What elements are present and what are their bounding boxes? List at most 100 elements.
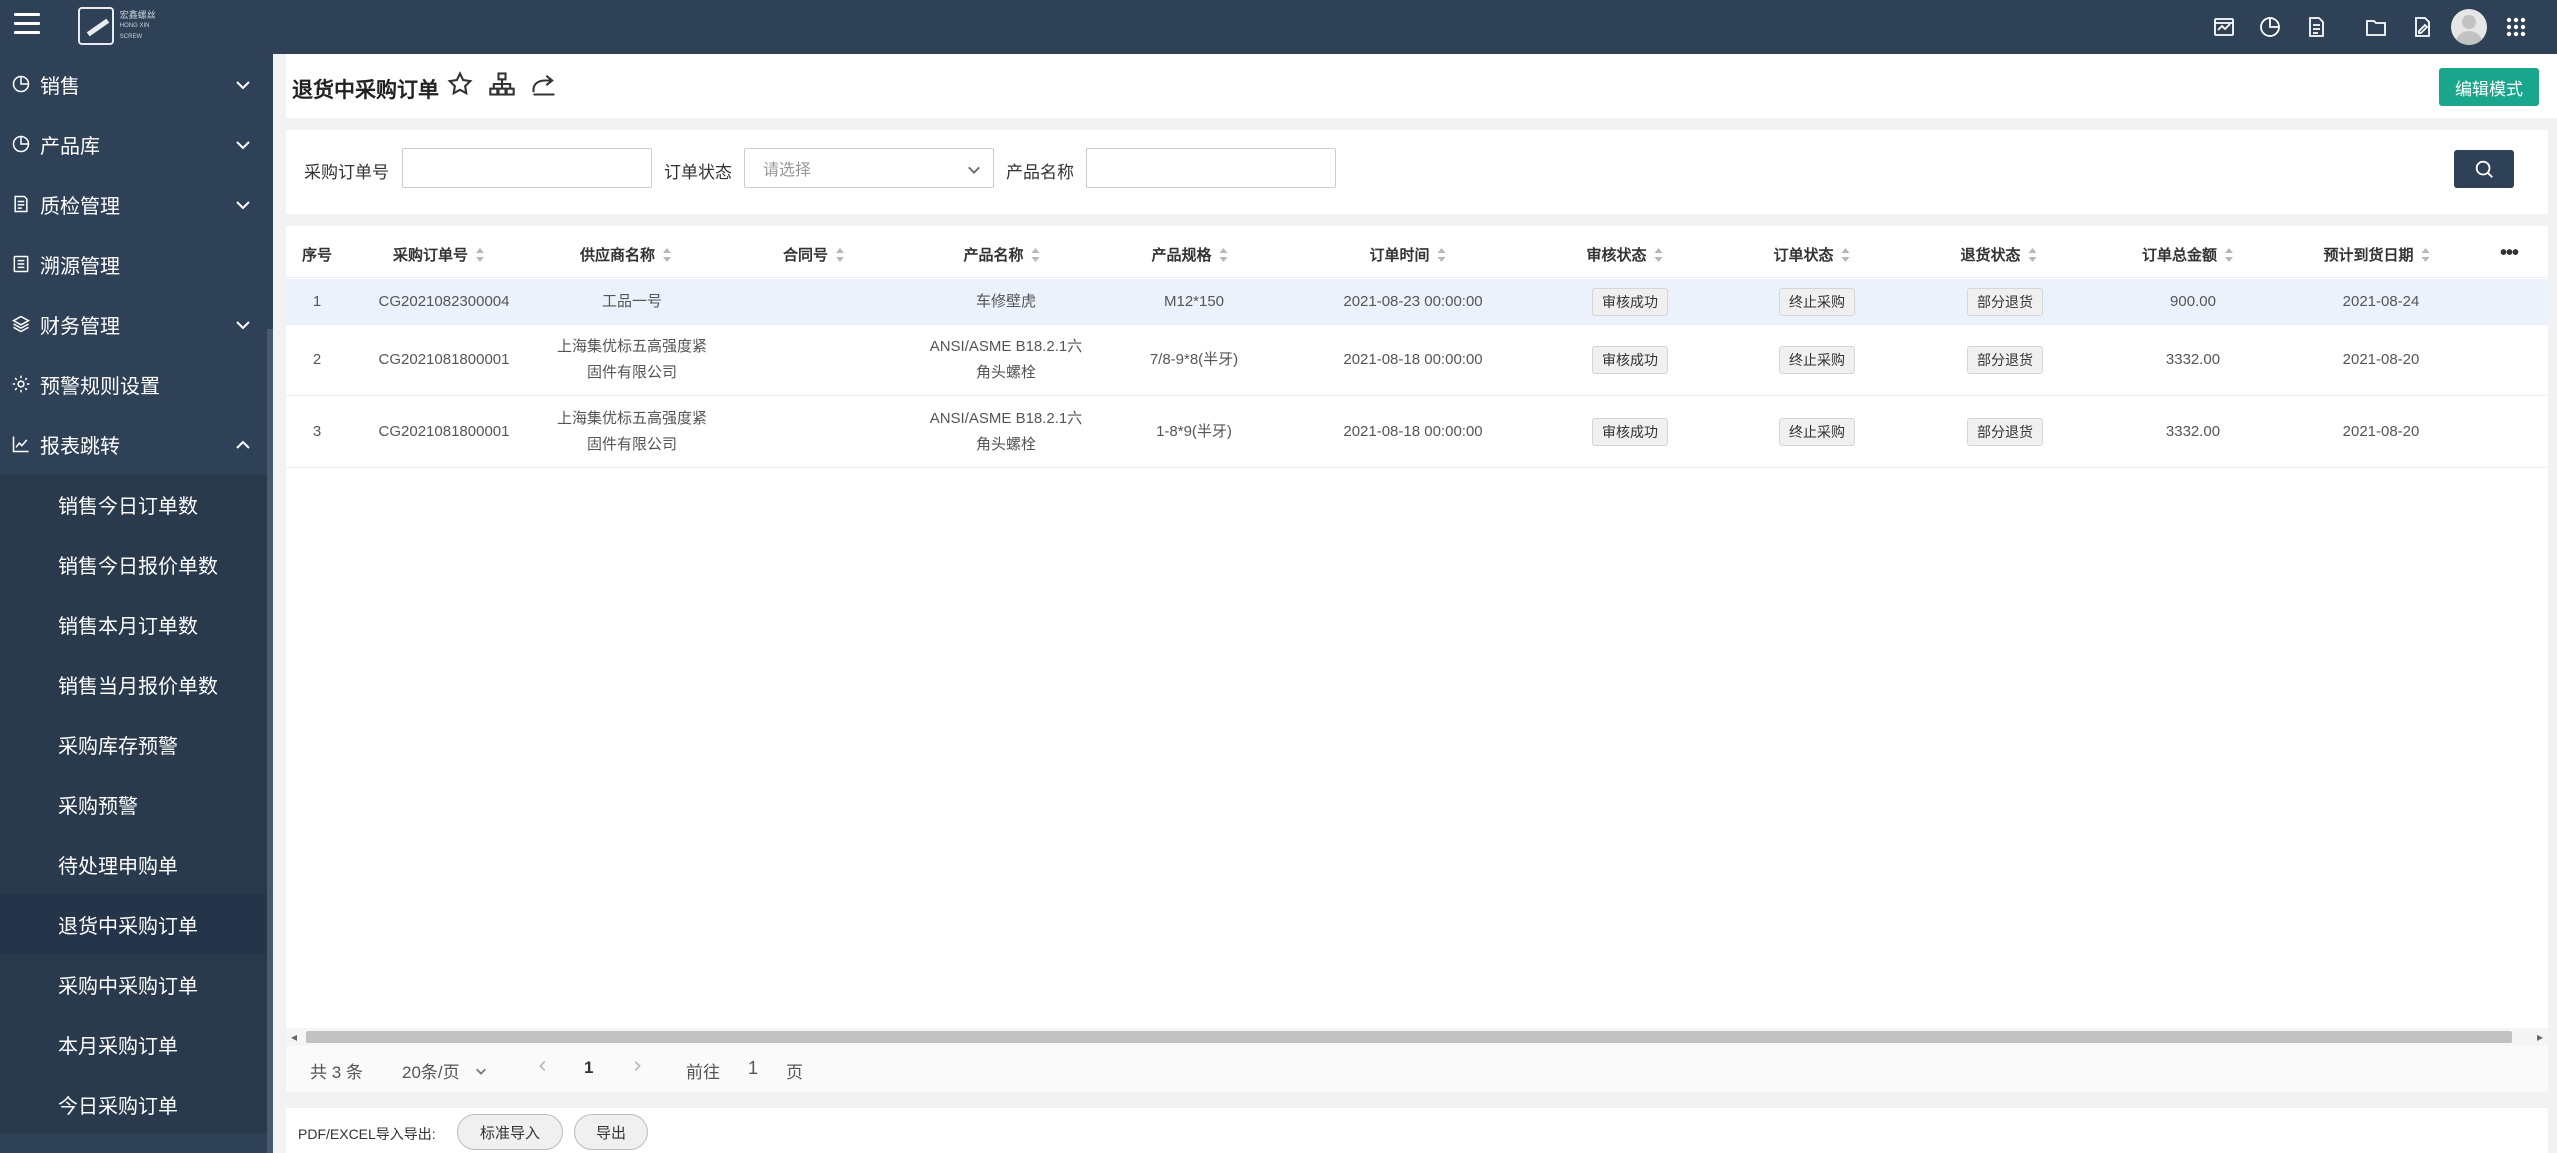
column-header-label: 供应商名称	[579, 247, 656, 264]
column-header-order-no[interactable]: 采购订单号	[393, 244, 485, 265]
share-icon[interactable]	[530, 70, 560, 100]
column-header-contract[interactable]: 合同号	[783, 244, 845, 265]
order-status-tag: 终止采购	[1779, 346, 1855, 374]
sidebar-subitem-purchasing-orders[interactable]: 采购中采购订单	[0, 954, 273, 1014]
column-header-order-status[interactable]: 订单状态	[1773, 244, 1850, 265]
sidebar-subitem-sales-month-orders[interactable]: 销售本月订单数	[0, 594, 273, 654]
column-header-product-name[interactable]: 产品名称	[963, 244, 1040, 265]
sort-icon[interactable]	[836, 247, 845, 262]
sidebar-subitem-sales-month-quotes[interactable]: 销售当月报价单数	[0, 654, 273, 714]
chevron-down-icon	[967, 163, 981, 177]
hamburger-menu-icon[interactable]	[14, 13, 40, 39]
order-status-placeholder: 请选择	[763, 162, 812, 179]
sort-icon[interactable]	[663, 247, 672, 262]
order-no-input[interactable]	[402, 148, 652, 188]
sort-icon[interactable]	[476, 247, 485, 262]
next-page-icon[interactable]	[630, 1058, 644, 1078]
product-name-input[interactable]	[1086, 148, 1336, 188]
column-header-audit-status[interactable]: 审核状态	[1586, 244, 1663, 265]
sidebar-item-alert-rules[interactable]: 预警规则设置	[0, 354, 273, 414]
column-header-eta[interactable]: 预计到货日期	[2323, 244, 2430, 265]
cell-supplier-line: 上海集优标五高强度紧	[556, 338, 708, 355]
column-header-return-status[interactable]: 退货状态	[1960, 244, 2037, 265]
column-header-spec[interactable]: 产品规格	[1151, 244, 1228, 265]
sidebar-item-finance[interactable]: 财务管理	[0, 294, 273, 354]
scroll-right-arrow-icon[interactable]: ▸	[2537, 1030, 2543, 1044]
return-status-tag: 部分退货	[1967, 346, 2043, 374]
cell-spec: 1-8*9(半牙)	[1156, 423, 1232, 440]
sidebar-subitem-pending-requisitions[interactable]: 待处理申购单	[0, 834, 273, 894]
page-suffix: 页	[786, 1063, 803, 1082]
cell-product-name: ANSI/ASME B18.2.1六 角头螺栓	[930, 334, 1083, 386]
sidebar-subitem-month-purchase-orders[interactable]: 本月采购订单	[0, 1014, 273, 1074]
pagination: 共 3 条 20条/页 1 前往 1 页	[286, 1046, 2548, 1092]
edit-document-icon[interactable]	[2399, 0, 2445, 54]
cell-eta: 2021-08-24	[2342, 293, 2420, 310]
page-size-value: 20条/页	[402, 1063, 460, 1082]
sort-icon[interactable]	[2421, 247, 2431, 262]
export-button[interactable]: 导出	[574, 1114, 648, 1150]
sidebar-subitem-sales-today-orders[interactable]: 销售今日订单数	[0, 474, 273, 534]
cell-return-status: 部分退货	[1967, 288, 2043, 316]
order-status-select[interactable]: 请选择	[744, 148, 994, 188]
sidebar-scrollbar[interactable]	[267, 329, 273, 1153]
column-header-label: 审核状态	[1586, 247, 1647, 264]
column-header-supplier[interactable]: 供应商名称	[580, 244, 672, 265]
table-row[interactable]: 1 CG2021082300004 工品一号 车修壁虎 M12*150 2021…	[286, 279, 2548, 325]
sort-icon[interactable]	[1654, 247, 1664, 262]
dashboard-icon[interactable]	[2201, 0, 2247, 54]
page-size-select[interactable]: 20条/页	[402, 1058, 488, 1083]
sidebar-item-sales[interactable]: 销售	[0, 54, 273, 114]
sidebar-subitem-sales-today-quotes[interactable]: 销售今日报价单数	[0, 534, 273, 594]
hierarchy-icon[interactable]	[488, 70, 518, 100]
table-row[interactable]: 3 CG2021081800001 上海集优标五高强度紧 固件有限公司 ANSI…	[286, 396, 2548, 468]
sidebar-subitem-today-purchase-orders[interactable]: 今日采购订单	[0, 1074, 273, 1134]
table-row[interactable]: 2 CG2021081800001 上海集优标五高强度紧 固件有限公司 ANSI…	[286, 325, 2548, 396]
column-header-label: 产品名称	[963, 247, 1024, 264]
logo-text-line1: 宏鑫螺丝	[119, 9, 156, 20]
current-page[interactable]: 1	[584, 1058, 593, 1078]
apps-grid-icon[interactable]	[2493, 0, 2539, 54]
sidebar-item-product-library[interactable]: 产品库	[0, 114, 273, 174]
sidebar-subitem-purchase-alert[interactable]: 采购预警	[0, 774, 273, 834]
cell-supplier: 工品一号	[601, 293, 663, 310]
scrollbar-thumb[interactable]	[306, 1031, 2512, 1043]
document-icon[interactable]	[2293, 0, 2339, 54]
sidebar-item-traceability[interactable]: 溯源管理	[0, 234, 273, 294]
sort-icon[interactable]	[1219, 247, 1229, 262]
search-icon	[2475, 160, 2493, 178]
sidebar-item-label: 报表跳转	[40, 435, 120, 458]
more-options-icon[interactable]: •••	[2500, 242, 2524, 264]
standard-import-button[interactable]: 标准导入	[457, 1114, 563, 1150]
sort-icon[interactable]	[2028, 247, 2038, 262]
sort-icon[interactable]	[2225, 247, 2234, 262]
search-button[interactable]	[2454, 150, 2514, 188]
goto-page-input[interactable]: 1	[748, 1058, 758, 1079]
top-icon-group	[2201, 0, 2539, 54]
sidebar-item-quality-management[interactable]: 质检管理	[0, 174, 273, 234]
column-header-order-time[interactable]: 订单时间	[1369, 244, 1446, 265]
star-icon[interactable]	[446, 70, 476, 100]
company-logo[interactable]: 宏鑫螺丝 HONG XIN SCREW	[78, 7, 170, 45]
column-header-total-amount[interactable]: 订单总金额	[2142, 244, 2234, 265]
sort-icon[interactable]	[1841, 247, 1851, 262]
sort-icon[interactable]	[1437, 247, 1447, 262]
folder-icon[interactable]	[2353, 0, 2399, 54]
prev-page-icon[interactable]	[536, 1058, 550, 1078]
user-avatar[interactable]	[2451, 9, 2487, 45]
sidebar-subitem-purchase-stock-alert[interactable]: 采购库存预警	[0, 714, 273, 774]
pie-chart-icon[interactable]	[2247, 0, 2293, 54]
logo-mark	[78, 7, 114, 45]
product-name-label: 产品名称	[1006, 163, 1074, 182]
cell-audit-status: 审核成功	[1592, 288, 1668, 316]
horizontal-scrollbar[interactable]: ◂ ▸	[286, 1028, 2548, 1046]
cell-product-line: ANSI/ASME B18.2.1六	[929, 338, 1083, 355]
cell-total-amount: 900.00	[2170, 293, 2216, 310]
edit-mode-button[interactable]: 编辑模式	[2439, 68, 2539, 106]
order-status-tag: 终止采购	[1779, 418, 1855, 446]
sort-icon[interactable]	[1031, 247, 1041, 262]
sidebar-item-report-jump[interactable]: 报表跳转	[0, 414, 273, 474]
scroll-left-arrow-icon[interactable]: ◂	[291, 1030, 297, 1044]
sidebar-subitem-returning-purchase-orders[interactable]: 退货中采购订单	[0, 894, 273, 954]
column-header-label: 采购订单号	[392, 247, 469, 264]
